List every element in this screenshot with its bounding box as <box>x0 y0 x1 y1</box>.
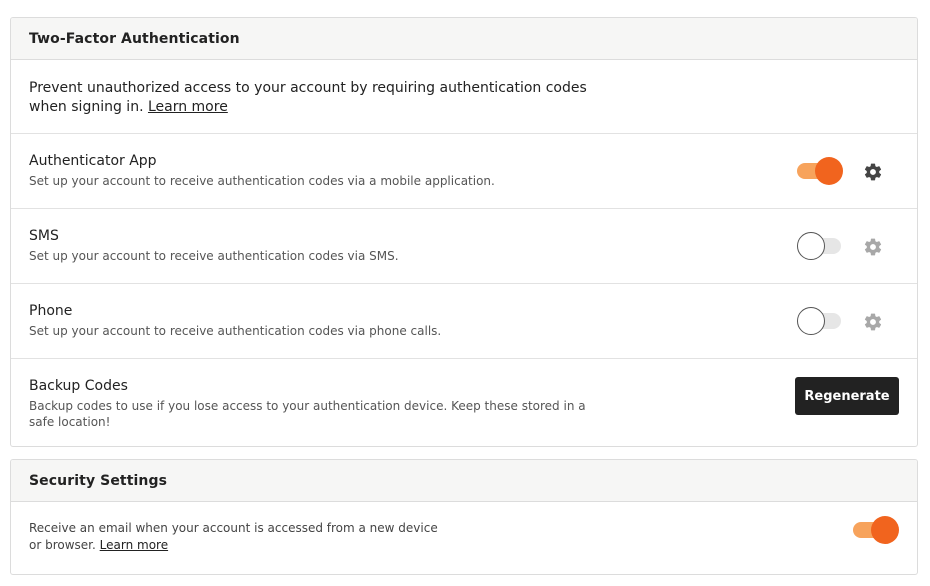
two-factor-intro-text: Prevent unauthorized access to your acco… <box>29 79 589 117</box>
method-title: SMS <box>29 228 59 244</box>
sms-toggle[interactable] <box>797 232 843 260</box>
two-factor-intro: Prevent unauthorized access to your acco… <box>11 60 917 134</box>
method-row-phone: Phone Set up your account to receive aut… <box>11 284 917 359</box>
security-settings-title: Security Settings <box>29 472 168 489</box>
two-factor-title: Two-Factor Authentication <box>29 30 240 47</box>
intro-description: Prevent unauthorized access to your acco… <box>29 80 587 115</box>
method-row-authenticator-app: Authenticator App Set up your account to… <box>11 134 917 209</box>
email-alert-row: Receive an email when your account is ac… <box>11 502 917 574</box>
backup-codes-description: Backup codes to use if you lose access t… <box>29 399 586 429</box>
method-title: Authenticator App <box>29 153 157 169</box>
method-title: Phone <box>29 303 73 319</box>
security-settings-header: Security Settings <box>11 460 917 502</box>
authenticator-app-toggle[interactable] <box>797 157 843 185</box>
backup-codes-title: Backup Codes <box>29 378 128 394</box>
method-description: Set up your account to receive authentic… <box>29 249 399 263</box>
security-settings-card: Security Settings Receive an email when … <box>10 459 918 575</box>
gear-icon[interactable] <box>863 312 883 332</box>
method-description: Set up your account to receive authentic… <box>29 174 495 188</box>
regenerate-button[interactable]: Regenerate <box>795 377 899 415</box>
learn-more-link[interactable]: Learn more <box>100 538 168 552</box>
email-alert-toggle[interactable] <box>853 516 899 544</box>
backup-codes-row: Backup Codes Backup codes to use if you … <box>11 359 917 446</box>
two-factor-header: Two-Factor Authentication <box>11 18 917 60</box>
method-description: Set up your account to receive authentic… <box>29 324 442 338</box>
email-alert-text: Receive an email when your account is ac… <box>29 520 449 554</box>
email-alert-description: Receive an email when your account is ac… <box>29 521 438 552</box>
phone-toggle[interactable] <box>797 307 843 335</box>
method-row-sms: SMS Set up your account to receive authe… <box>11 209 917 284</box>
two-factor-card: Two-Factor Authentication Prevent unauth… <box>10 17 918 447</box>
gear-icon[interactable] <box>863 237 883 257</box>
gear-icon[interactable] <box>863 162 883 182</box>
learn-more-link[interactable]: Learn more <box>148 99 228 115</box>
